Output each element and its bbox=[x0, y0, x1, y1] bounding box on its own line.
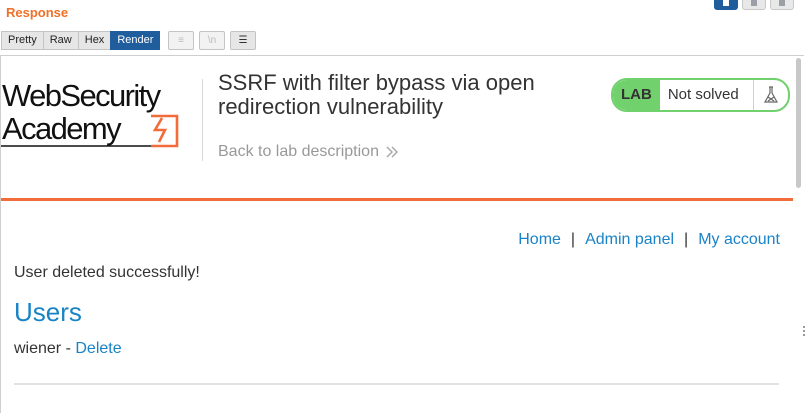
back-link-label: Back to lab description bbox=[218, 143, 379, 160]
content-divider bbox=[14, 383, 779, 385]
svg-text:WebSecurity: WebSecurity bbox=[2, 78, 162, 113]
tab-pretty[interactable]: Pretty bbox=[1, 31, 44, 50]
wrap-lines-icon[interactable]: ≡ bbox=[168, 31, 194, 50]
lab-badge: LAB bbox=[613, 80, 660, 110]
layout-single-icon[interactable] bbox=[770, 0, 794, 10]
layout-split-icon[interactable] bbox=[714, 0, 738, 10]
response-title: Response bbox=[6, 5, 69, 20]
lab-status-widget: LAB Not solved bbox=[611, 78, 790, 112]
tab-render[interactable]: Render bbox=[110, 31, 161, 50]
nav-my-account-link[interactable]: My account bbox=[698, 231, 780, 248]
scrollbar-thumb[interactable] bbox=[796, 58, 801, 188]
tab-raw[interactable]: Raw bbox=[42, 31, 79, 50]
lab-title: SSRF with filter bypass via open redirec… bbox=[218, 70, 535, 119]
layout-horizontal-icon[interactable] bbox=[742, 0, 766, 10]
users-heading: Users bbox=[14, 297, 82, 327]
nav-separator: | bbox=[684, 231, 689, 248]
header-divider bbox=[202, 79, 203, 161]
user-name: wiener bbox=[14, 340, 62, 357]
svg-text:Academy: Academy bbox=[2, 111, 122, 146]
response-toolbar: Response Pretty Raw Hex Render ≡ \n ☰ bbox=[0, 0, 806, 55]
back-to-lab-description-link[interactable]: Back to lab description bbox=[218, 143, 399, 161]
flask-icon bbox=[754, 80, 788, 110]
double-chevron-right-icon bbox=[386, 146, 399, 158]
nav-separator: | bbox=[570, 231, 576, 248]
lab-status-text: Not solved bbox=[660, 80, 754, 110]
header-accent-line bbox=[1, 198, 793, 201]
tab-hex[interactable]: Hex bbox=[77, 31, 112, 50]
user-separator: - bbox=[61, 340, 76, 357]
web-security-academy-logo[interactable]: WebSecurity Academy bbox=[1, 76, 201, 156]
newline-icon[interactable]: \n bbox=[199, 31, 225, 50]
top-nav: Home | Admin panel | My account bbox=[518, 231, 780, 249]
rendered-page: WebSecurity Academy SSRF with filter byp… bbox=[0, 55, 804, 413]
nav-home-link[interactable]: Home bbox=[518, 231, 561, 248]
status-message: User deleted successfully! bbox=[14, 264, 200, 281]
delete-user-link[interactable]: Delete bbox=[75, 340, 121, 357]
view-tabs: Pretty Raw Hex Render bbox=[1, 31, 161, 50]
list-item: wiener - Delete bbox=[14, 340, 122, 358]
nav-admin-panel-link[interactable]: Admin panel bbox=[585, 231, 674, 248]
menu-icon[interactable]: ☰ bbox=[230, 31, 256, 50]
layout-buttons bbox=[714, 0, 794, 10]
